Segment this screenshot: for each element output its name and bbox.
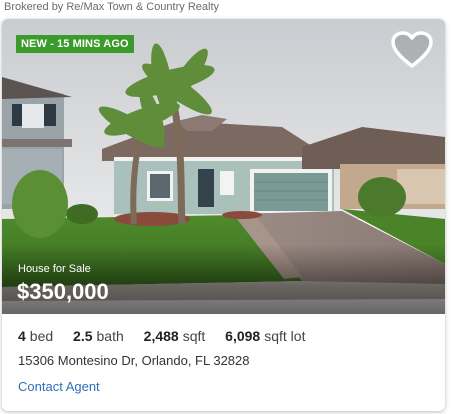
heart-outline-icon[interactable] [391, 31, 433, 69]
beds-unit: bed [29, 328, 54, 344]
listing-status: House for Sale [18, 263, 91, 275]
listing-card[interactable]: NEW - 15 MINS AGO House for Sale $350,00… [2, 19, 445, 411]
broker-attribution: Brokered by Re/Max Town & Country Realty [4, 1, 219, 13]
baths-unit: bath [96, 328, 124, 344]
new-listing-badge: NEW - 15 MINS AGO [16, 35, 134, 53]
sqft-value: 2,488 [143, 328, 179, 344]
baths-value: 2.5 [73, 328, 93, 344]
listing-details: 4 bed 2.5 bath 2,488 sqft 6,098 sqft lot 153… [18, 326, 435, 396]
contact-agent-link[interactable]: Contact Agent [18, 378, 435, 396]
property-facts: 4 bed 2.5 bath 2,488 sqft 6,098 sqft lot [18, 326, 435, 346]
listing-address[interactable]: 15306 Montesino Dr, Orlando, FL 32828 [18, 352, 435, 370]
sqft-unit: sqft [182, 328, 206, 344]
beds-value: 4 [18, 328, 26, 344]
listing-price: $350,000 [17, 279, 109, 304]
lot-value: 6,098 [225, 328, 261, 344]
listing-photo[interactable]: NEW - 15 MINS AGO House for Sale $350,00… [2, 19, 445, 314]
lot-unit: sqft lot [264, 328, 306, 344]
